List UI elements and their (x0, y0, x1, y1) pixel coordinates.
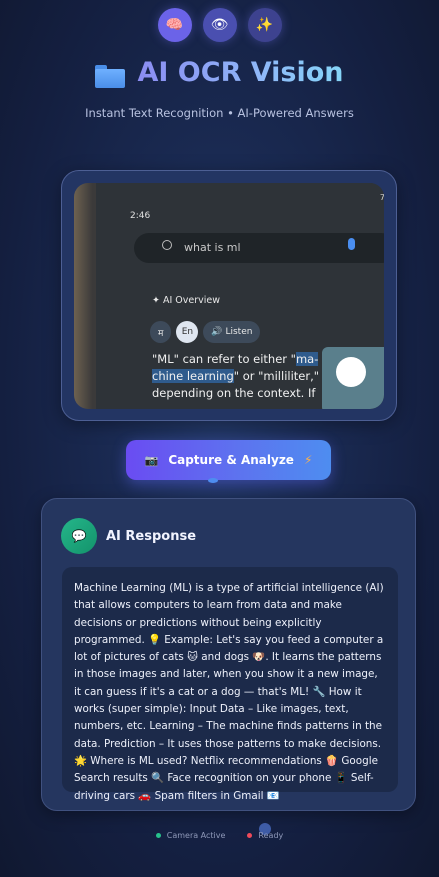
ready-status-dot (247, 833, 253, 838)
phone-overview-text: "ML" can refer to either "ma- chine lear… (152, 352, 320, 400)
camera-feed: 2:46 74 what is ml ✦ AI Overview म En 🔊 … (96, 183, 384, 409)
camera-viewport[interactable]: 2:46 74 what is ml ✦ AI Overview म En 🔊 … (74, 183, 384, 409)
phone-search-text: what is ml (184, 241, 241, 254)
capture-analyze-button[interactable]: 📷 Capture & Analyze ⚡ (126, 440, 331, 480)
phone-status-time: 2:46 (130, 211, 151, 221)
phone-chips: म En 🔊 Listen (150, 321, 261, 343)
camera-icon: 📷 (144, 453, 159, 467)
camera-status: Camera Active (155, 831, 225, 840)
app-title: AI OCR Vision (137, 57, 344, 88)
phone-chip: En (176, 321, 199, 343)
response-text[interactable]: Machine Learning (ML) is a type of artif… (62, 567, 398, 802)
button-indicator (208, 478, 218, 483)
search-icon (162, 240, 172, 250)
capture-button-label: Capture & Analyze (168, 453, 294, 467)
phone-search-bar (134, 233, 384, 263)
ready-status: Ready (247, 831, 283, 840)
subtitle: Instant Text Recognition • AI-Powered An… (85, 106, 354, 120)
phone-chip: 🔊 Listen (203, 321, 261, 343)
phone-thumbnail (322, 347, 384, 409)
lightning-icon: ⚡ (303, 453, 313, 467)
chat-bubble-icon: 💬 (61, 518, 97, 554)
phone-chip: म (150, 321, 172, 343)
camera-card: 2:46 74 what is ml ✦ AI Overview म En 🔊 … (61, 170, 397, 421)
title-row: AI OCR Vision (0, 57, 439, 88)
status-footer: Camera Active Ready (0, 831, 439, 840)
phone-status-battery: 74 (379, 193, 384, 202)
sparkle-icon[interactable]: ✨ (247, 8, 282, 42)
eye-icon[interactable]: 👁 (202, 8, 237, 42)
folder-icon (95, 65, 126, 88)
ai-response-card: 💬 AI Response Machine Learning (ML) is a… (41, 498, 416, 811)
brain-icon[interactable]: 🧠 (157, 8, 192, 42)
mic-icon (348, 238, 355, 250)
header-icons: 🧠 👁 ✨ (0, 8, 439, 42)
camera-status-dot (155, 833, 161, 838)
response-title: AI Response (106, 529, 197, 544)
phone-overview-label: ✦ AI Overview (152, 295, 221, 306)
